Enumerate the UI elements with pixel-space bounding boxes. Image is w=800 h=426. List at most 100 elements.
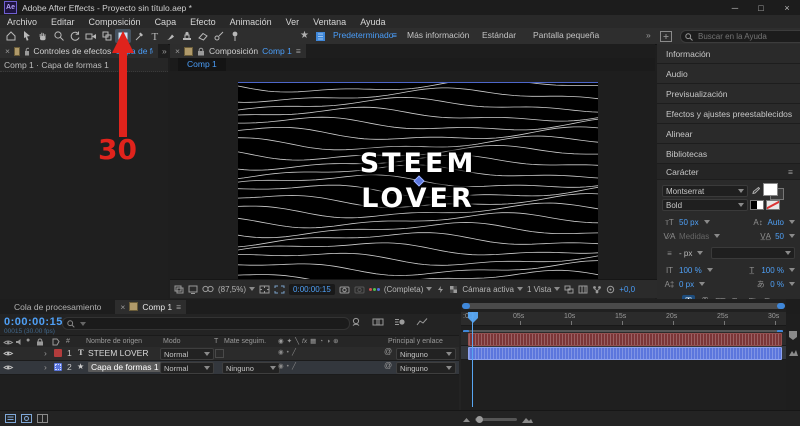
comp-timeline-tab[interactable]: × Comp 1 ≡ bbox=[115, 299, 187, 314]
composition-canvas[interactable]: STEEM LOVER bbox=[238, 82, 598, 279]
fast-previews-icon[interactable] bbox=[436, 285, 445, 294]
minimize-button[interactable]: ─ bbox=[722, 0, 748, 15]
layer-label-color[interactable] bbox=[54, 363, 62, 371]
brush-tool[interactable] bbox=[163, 29, 179, 43]
puppet-pin-tool[interactable] bbox=[227, 29, 243, 43]
menu-editar[interactable]: Editar bbox=[44, 17, 82, 27]
eyedropper-icon[interactable] bbox=[750, 186, 760, 197]
snap-icon[interactable] bbox=[315, 31, 326, 42]
pickwhip-icon[interactable]: @ bbox=[384, 361, 392, 370]
layer-duration-bar-red[interactable] bbox=[468, 333, 782, 346]
layer-duration-bar-blue[interactable] bbox=[468, 347, 782, 360]
parent-column-header[interactable]: Principal y enlace bbox=[388, 338, 443, 345]
comp-marker-icon[interactable] bbox=[788, 330, 798, 341]
active-camera-dropdown[interactable]: Cámara activa bbox=[462, 285, 523, 294]
no-fill-icon[interactable] bbox=[766, 200, 780, 210]
layer-name[interactable]: STEEM LOVER bbox=[88, 348, 148, 358]
stroke-width-value[interactable]: - px bbox=[679, 249, 692, 258]
transparency-grid-icon[interactable] bbox=[449, 285, 458, 294]
expand-chevron-icon[interactable]: › bbox=[44, 348, 47, 358]
always-preview-icon[interactable] bbox=[174, 285, 184, 294]
zoom-slider-track[interactable] bbox=[475, 416, 517, 423]
baseline-shift-value[interactable]: 0 px bbox=[679, 280, 694, 289]
reset-exposure-icon[interactable] bbox=[606, 285, 615, 294]
workspace-tab-mas-informacion[interactable]: Más información bbox=[407, 30, 469, 40]
fill-stroke-swatches[interactable] bbox=[762, 182, 784, 200]
font-style-dropdown[interactable]: Bold bbox=[662, 199, 748, 211]
character-panel-header[interactable]: Carácter ≡ bbox=[657, 164, 800, 180]
scroll-cap-right[interactable] bbox=[777, 303, 785, 309]
font-size-value[interactable]: 50 px bbox=[679, 218, 699, 227]
panel-overflow-icon[interactable]: » bbox=[162, 46, 167, 56]
view-layout-dropdown[interactable]: 1 Vista bbox=[527, 285, 561, 294]
snapshot-icon[interactable] bbox=[339, 285, 350, 294]
matte-column-header[interactable]: Mate seguim. bbox=[224, 338, 266, 345]
view-layer-controls-icon[interactable] bbox=[202, 285, 214, 293]
graph-editor-icon[interactable] bbox=[416, 317, 428, 327]
parent-dropdown[interactable]: Ninguno bbox=[396, 362, 456, 374]
expand-chevron-icon[interactable]: › bbox=[44, 362, 47, 372]
workspace-tab-pantalla-pequena[interactable]: Pantalla pequeña bbox=[533, 30, 599, 40]
text-tool[interactable]: T bbox=[147, 29, 163, 43]
blend-mode-dropdown[interactable]: Normal bbox=[160, 348, 214, 360]
tracking-value[interactable]: 50 bbox=[775, 232, 784, 241]
layer-name[interactable]: Capa de formas 1 bbox=[88, 362, 162, 372]
font-family-dropdown[interactable]: Montserrat bbox=[662, 185, 748, 197]
source-name-column-header[interactable]: Nombre de origen bbox=[86, 338, 142, 345]
stroke-style-dropdown[interactable] bbox=[711, 247, 795, 259]
clone-stamp-tool[interactable] bbox=[179, 29, 195, 43]
zoom-in-mountain-icon[interactable] bbox=[521, 415, 534, 424]
parent-dropdown[interactable]: Ninguno bbox=[396, 348, 456, 360]
mode-column-header[interactable]: Modo bbox=[163, 338, 181, 345]
maximize-button[interactable]: □ bbox=[748, 0, 774, 15]
close-icon[interactable]: × bbox=[5, 46, 10, 56]
menu-animacion[interactable]: Animación bbox=[223, 17, 279, 27]
effect-controls-tab[interactable]: × Controles de efectos Capa de formas bbox=[0, 44, 158, 58]
kerning-value[interactable]: Medidas bbox=[679, 232, 709, 241]
exposure-value[interactable]: +0,0 bbox=[619, 285, 635, 294]
shy-layers-icon[interactable] bbox=[350, 317, 362, 327]
layer-switches[interactable]: ◉ • ╱ bbox=[278, 348, 296, 357]
eye-toggle[interactable] bbox=[3, 364, 14, 371]
leading-value[interactable]: Auto bbox=[768, 218, 784, 227]
home-tool[interactable] bbox=[3, 29, 19, 43]
zoom-out-mountain-icon[interactable] bbox=[462, 416, 471, 423]
layer-label-color[interactable] bbox=[54, 349, 62, 357]
pickwhip-icon[interactable]: @ bbox=[384, 347, 392, 356]
pixel-aspect-icon[interactable] bbox=[578, 285, 588, 294]
eraser-tool[interactable] bbox=[195, 29, 211, 43]
close-icon[interactable]: × bbox=[175, 46, 180, 56]
menu-ayuda[interactable]: Ayuda bbox=[353, 17, 392, 27]
timeline-search-box[interactable] bbox=[62, 317, 350, 330]
render-queue-tab[interactable]: Cola de procesamiento bbox=[0, 302, 115, 312]
layer-row-2[interactable]: › 2 ★ Capa de formas 1 Normal Ninguno ◉ •… bbox=[0, 361, 459, 375]
panel-bibliotecas[interactable]: Bibliotecas bbox=[657, 144, 800, 164]
preview-timecode[interactable]: 0:00:00:15 bbox=[289, 283, 335, 295]
video-preview-icon[interactable] bbox=[188, 285, 198, 294]
magnification-dropdown[interactable]: (87,5%) bbox=[218, 285, 256, 294]
menu-ventana[interactable]: Ventana bbox=[306, 17, 353, 27]
search-input[interactable] bbox=[696, 31, 790, 42]
current-timecode[interactable]: 0:00:00:15 bbox=[4, 316, 63, 328]
region-of-interest-icon[interactable] bbox=[274, 285, 285, 294]
layer-switches[interactable]: ◉ • ╱ bbox=[278, 362, 296, 371]
blend-mode-dropdown[interactable]: Normal bbox=[160, 362, 214, 374]
frame-blending-icon[interactable] bbox=[372, 317, 384, 327]
panel-audio[interactable]: Audio bbox=[657, 64, 800, 84]
horizontal-scale-value[interactable]: 100 % bbox=[761, 266, 784, 275]
menu-efecto[interactable]: Efecto bbox=[183, 17, 223, 27]
panel-menu-icon[interactable]: ≡ bbox=[788, 167, 793, 177]
safe-margins-icon[interactable] bbox=[259, 285, 270, 294]
hand-tool[interactable] bbox=[35, 29, 51, 43]
motion-blur-icon[interactable] bbox=[394, 317, 406, 327]
scroll-cap-left[interactable] bbox=[462, 303, 470, 309]
timeline-horizontal-scrollbar[interactable] bbox=[462, 303, 785, 309]
toggle-switches-pane-icon[interactable] bbox=[5, 414, 16, 423]
resolution-dropdown[interactable]: (Completa) bbox=[384, 285, 433, 294]
panel-alinear[interactable]: Alinear bbox=[657, 124, 800, 144]
toggle-inout-pane-icon[interactable] bbox=[37, 414, 48, 423]
composition-tab[interactable]: × Composición Comp 1 ≡ bbox=[170, 44, 306, 58]
bw-swatch-icon[interactable] bbox=[750, 200, 764, 210]
layer-row-1[interactable]: › 1 T STEEM LOVER Normal ◉ • ╱ @ Ninguno bbox=[0, 347, 459, 361]
camera-tool[interactable] bbox=[83, 29, 99, 43]
